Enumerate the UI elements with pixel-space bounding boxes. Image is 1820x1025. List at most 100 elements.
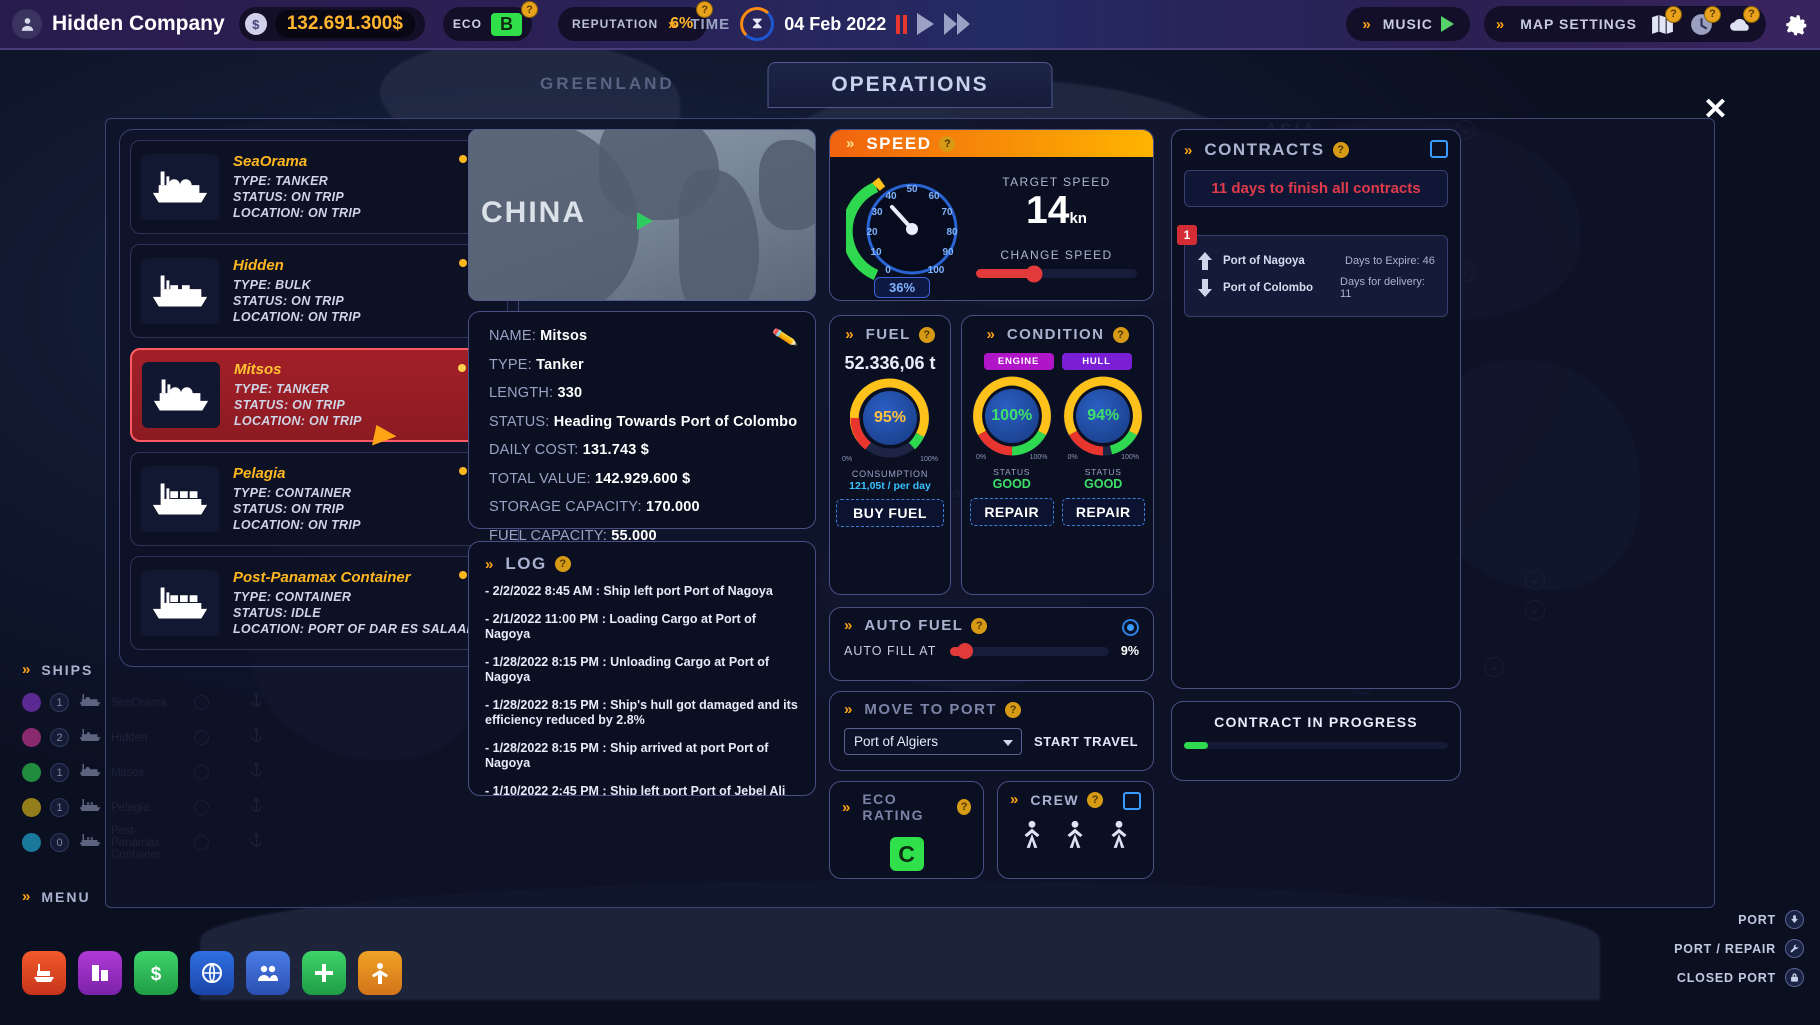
ship-card[interactable]: Post-Panamax Container TYPE: CONTAINER S…	[130, 556, 508, 650]
start-travel-button[interactable]: START TRAVEL	[1034, 734, 1138, 749]
music-button[interactable]: » MUSIC	[1346, 7, 1469, 41]
play-button[interactable]	[917, 13, 934, 35]
help-icon[interactable]: ?	[521, 1, 538, 18]
dock-finance-button[interactable]: $	[134, 951, 178, 995]
info-type-row: TYPE: Tanker	[489, 357, 795, 373]
change-speed-slider[interactable]	[976, 269, 1137, 278]
consumption-label: CONSUMPTION	[836, 469, 944, 479]
condition-tab-hull[interactable]: HULL	[1062, 353, 1132, 370]
dock-help-button[interactable]	[302, 951, 346, 995]
help-icon[interactable]: ?	[1665, 6, 1682, 23]
move-to-port-title: MOVE TO PORT	[864, 701, 997, 718]
close-icon[interactable]: ✕	[1703, 95, 1728, 125]
map-icon-wrap[interactable]: ?	[1649, 12, 1676, 37]
legend-color-dot	[22, 728, 41, 747]
help-icon[interactable]: ?	[919, 327, 935, 343]
contracts-title: CONTRACTS	[1204, 140, 1324, 160]
chevron-right-icon: »	[844, 617, 849, 634]
map-settings-group[interactable]: » MAP SETTINGS ? ? ?	[1484, 6, 1766, 42]
ship-card-selected[interactable]: Mitsos TYPE: TANKER STATUS: ON TRIP LOCA…	[130, 348, 508, 442]
fuel-title: FUEL	[866, 326, 911, 343]
info-storage-row: STORAGE CAPACITY: 170.000	[489, 499, 795, 515]
help-icon[interactable]: ?	[1704, 6, 1721, 23]
help-icon[interactable]: ?	[555, 556, 571, 572]
minimap-label-china: CHINA	[481, 196, 586, 230]
top-bar: Hidden Company $ 132.691.300$ ECO B ? RE…	[0, 0, 1820, 50]
change-speed-label: CHANGE SPEED	[966, 248, 1147, 262]
dock-market-button[interactable]	[190, 951, 234, 995]
svg-text:50: 50	[906, 184, 918, 195]
contracts-header: » CONTRACTS ?	[1184, 140, 1448, 160]
edit-pencil-icon[interactable]: ✏️	[771, 324, 799, 352]
condition-title: CONDITION	[1007, 326, 1105, 343]
contract-item[interactable]: 1 Port of Nagoya Days to Expire: 46 Port…	[1184, 235, 1448, 317]
engine-dial: 100%	[972, 376, 1052, 456]
repair-engine-button[interactable]: REPAIR	[970, 498, 1054, 526]
fuel-amount: 52.336,06 t	[836, 353, 944, 374]
map-legend-label: PORT / REPAIR	[1674, 942, 1776, 956]
time-label: TIME	[690, 16, 730, 33]
info-status-label: STATUS:	[489, 414, 549, 430]
ship-icon	[78, 762, 102, 783]
svg-text:100: 100	[928, 265, 945, 276]
help-icon[interactable]: ?	[939, 136, 955, 152]
ship-location: LOCATION: PORT OF DAR ES SALAAM	[233, 621, 497, 637]
condition-tab-engine[interactable]: ENGINE	[984, 353, 1054, 370]
ship-name: Mitsos	[234, 361, 496, 378]
chevron-right-icon: »	[1010, 791, 1015, 808]
info-status-row: STATUS: Heading Towards Port of Colombo	[489, 414, 795, 430]
svg-text:60: 60	[928, 191, 940, 202]
fuel-dial-percent: 95%	[863, 391, 917, 445]
help-icon[interactable]: ?	[957, 799, 971, 815]
help-icon[interactable]: ?	[1333, 142, 1349, 158]
help-icon[interactable]: ?	[1113, 327, 1129, 343]
gear-icon[interactable]	[1780, 9, 1810, 39]
eco-rating-header: » ECO RATING ?	[842, 791, 971, 823]
music-play-icon[interactable]	[1441, 16, 1454, 32]
repair-hull-button[interactable]: REPAIR	[1062, 498, 1146, 526]
mouse-cursor	[372, 425, 398, 450]
ship-minimap[interactable]: CHINA	[468, 129, 816, 301]
clock-icon-wrap[interactable]: ?	[1688, 12, 1715, 37]
port-select[interactable]: Port of Algiers	[844, 728, 1022, 755]
dock-shipyard-button[interactable]	[78, 951, 122, 995]
info-length-row: LENGTH: 330	[489, 385, 795, 401]
fast-forward-button[interactable]	[944, 13, 970, 35]
fuel-header: » FUEL ?	[836, 326, 944, 343]
ship-location: LOCATION: ON TRIP	[233, 205, 497, 221]
weather-icon-wrap[interactable]: ?	[1727, 12, 1754, 37]
ship-card[interactable]: SeaOrama TYPE: TANKER STATUS: ON TRIP LO…	[130, 140, 508, 234]
contracts-expand-icon[interactable]	[1430, 140, 1448, 158]
pause-button[interactable]	[896, 15, 907, 34]
legend-color-dot	[22, 693, 41, 712]
move-to-port-panel: » MOVE TO PORT ? Port of Algiers START T…	[829, 691, 1154, 771]
map-legend-row: PORT	[1674, 910, 1804, 929]
ship-card[interactable]: Pelagia TYPE: CONTAINER STATUS: ON TRIP …	[130, 452, 508, 546]
help-icon[interactable]: ?	[1743, 6, 1760, 23]
auto-fill-slider-knob[interactable]	[957, 643, 973, 659]
auto-fuel-toggle[interactable]	[1122, 619, 1139, 636]
buy-fuel-button[interactable]: BUY FUEL	[836, 499, 944, 527]
info-daily-cost-value: 131.743 $	[583, 442, 649, 458]
move-to-port-header: » MOVE TO PORT ?	[844, 701, 1139, 718]
help-icon[interactable]: ?	[1005, 702, 1021, 718]
crew-expand-icon[interactable]	[1123, 792, 1141, 810]
reputation-label: REPUTATION	[572, 17, 658, 31]
ship-card[interactable]: Hidden TYPE: BULK STATUS: ON TRIP LOCATI…	[130, 244, 508, 338]
dock-settings-button[interactable]	[358, 951, 402, 995]
help-icon[interactable]: ?	[971, 618, 987, 634]
speed-slider-knob[interactable]	[1025, 265, 1042, 282]
lock-icon	[1785, 968, 1804, 987]
log-entry: - 2/1/2022 11:00 PM : Loading Cargo at P…	[485, 612, 799, 642]
avatar[interactable]	[12, 9, 42, 39]
map-legend-label: PORT	[1738, 913, 1776, 927]
help-icon[interactable]: ?	[1087, 792, 1103, 808]
menu-header[interactable]: » MENU	[22, 888, 91, 905]
condition-header: » CONDITION ?	[970, 326, 1145, 343]
info-name-label: NAME:	[489, 328, 536, 344]
eco-indicator[interactable]: ECO B ?	[443, 7, 532, 41]
auto-fuel-header: » AUTO FUEL ?	[844, 617, 1139, 634]
auto-fill-slider[interactable]	[950, 647, 1109, 656]
dock-crew-button[interactable]	[246, 951, 290, 995]
dock-fleet-button[interactable]	[22, 951, 66, 995]
